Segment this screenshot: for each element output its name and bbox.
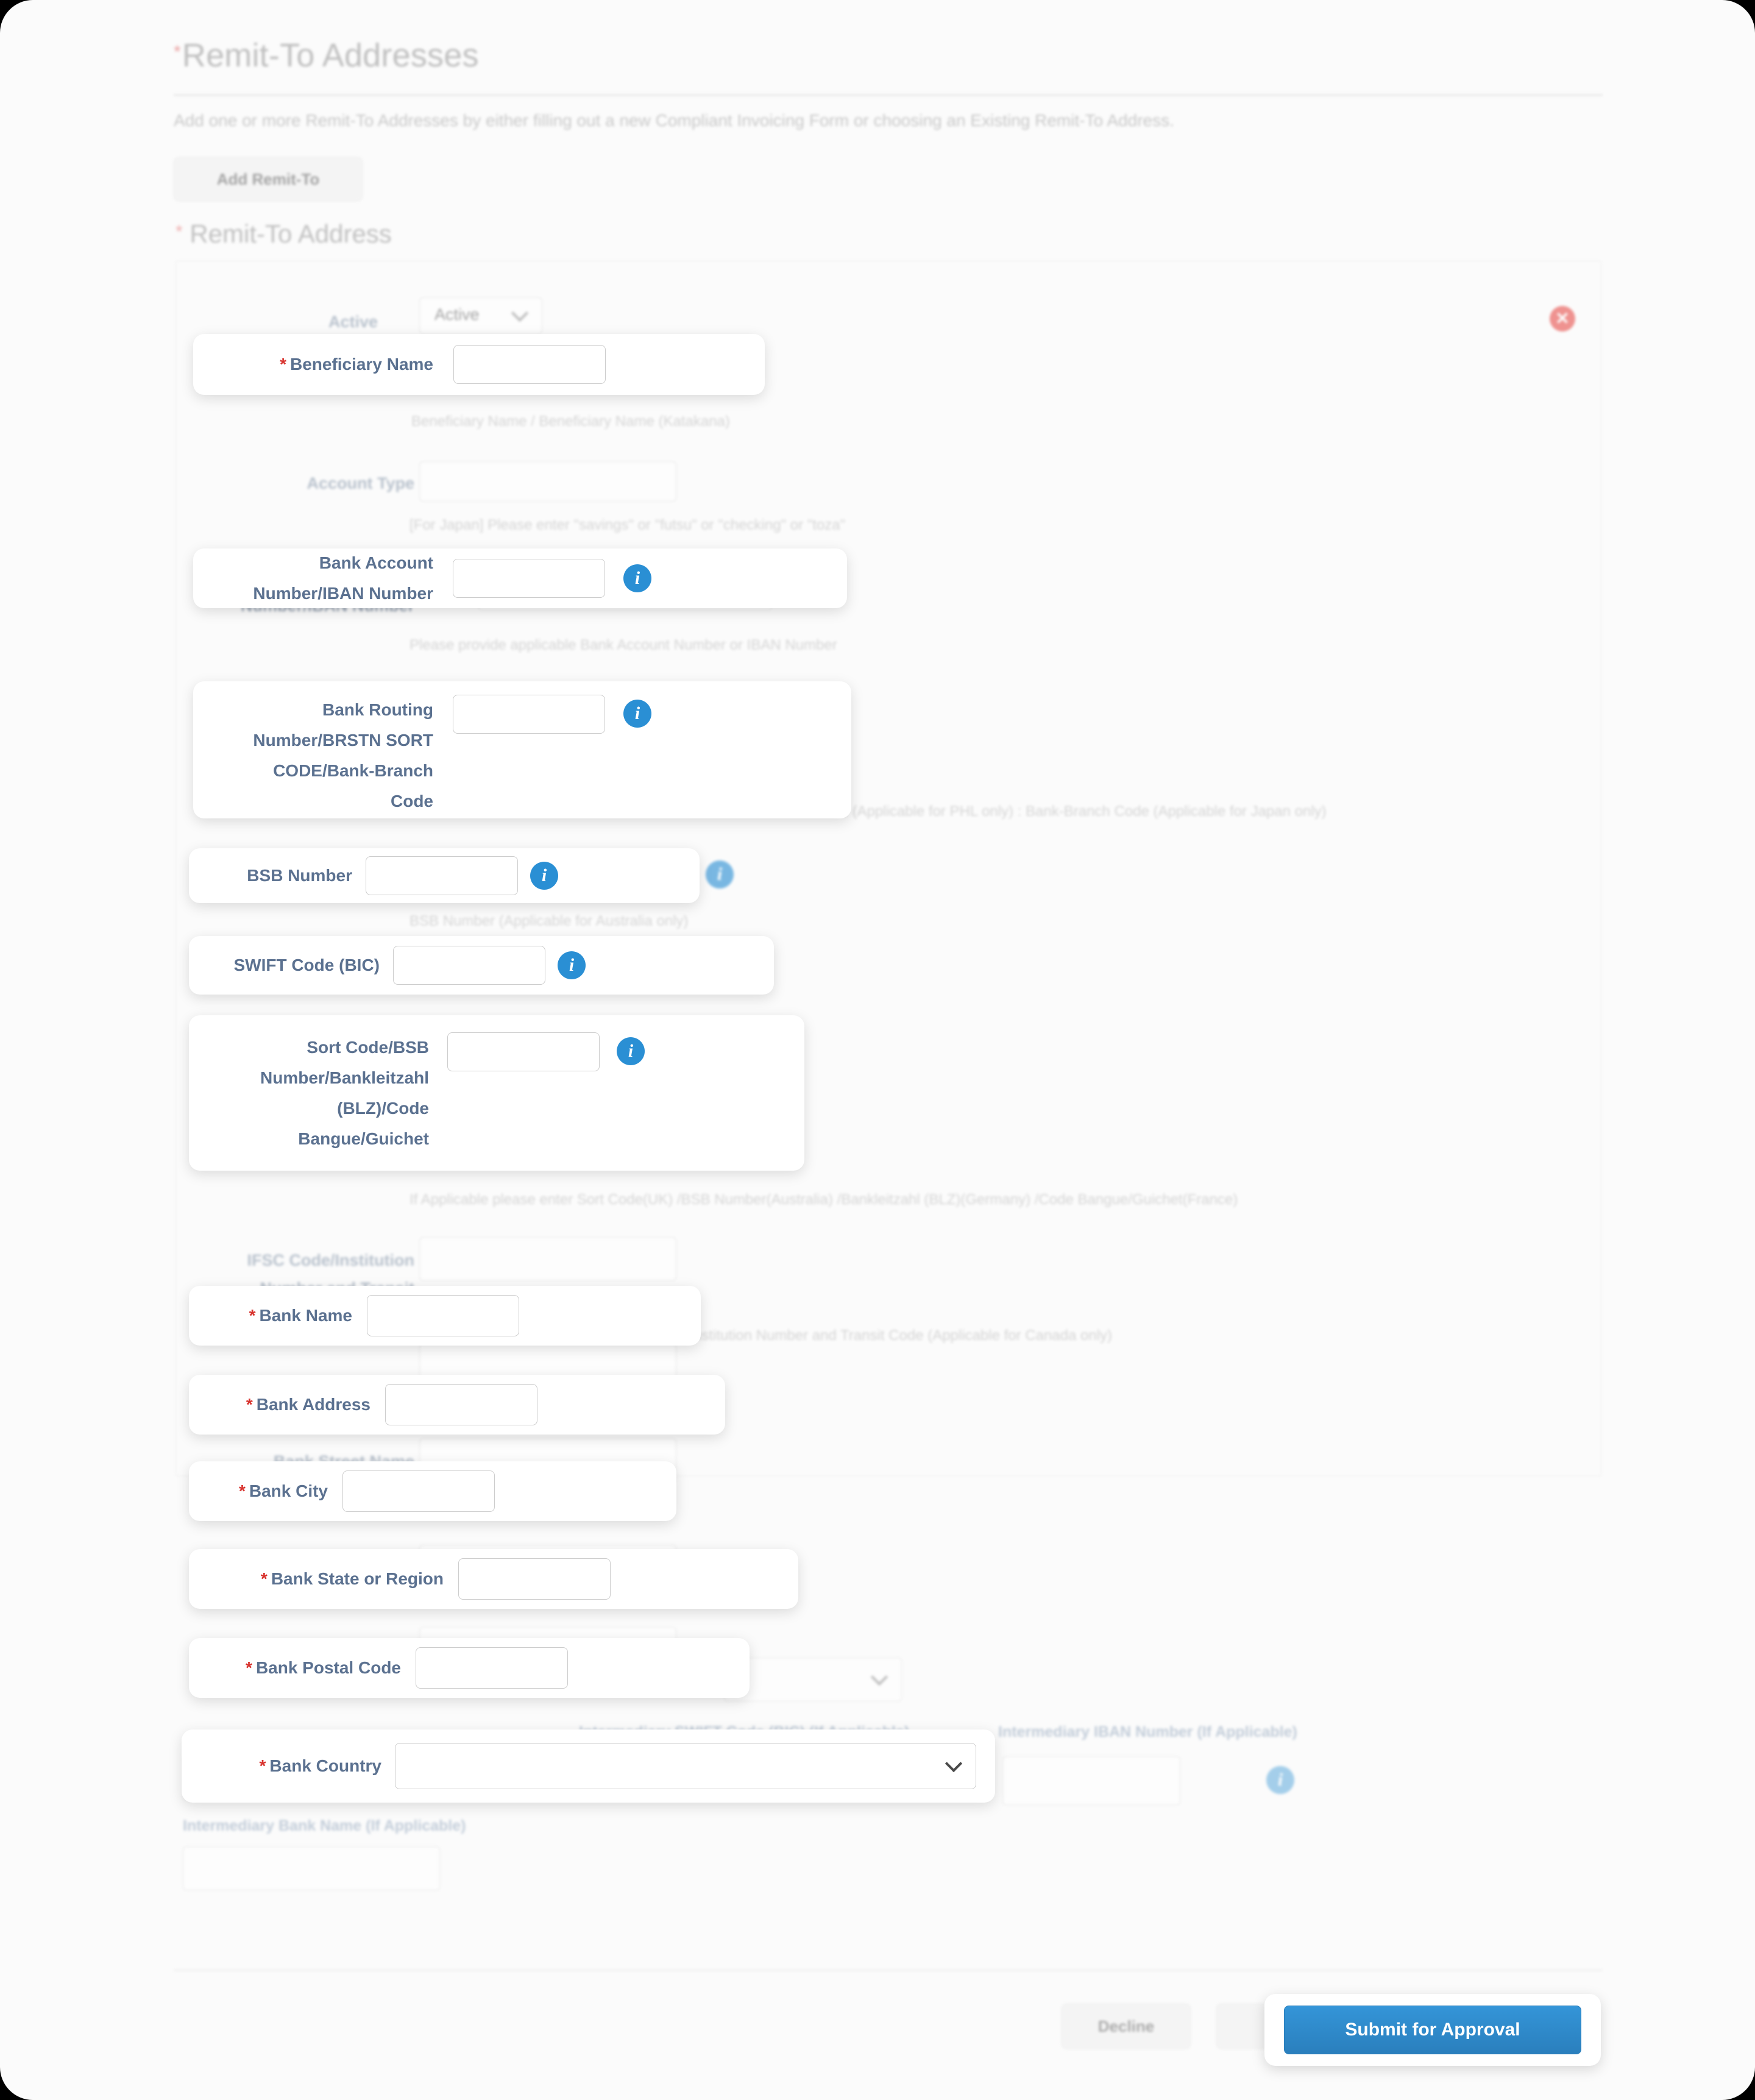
bank-country-select-field[interactable] — [395, 1743, 976, 1789]
beneficiary-name-label-overlay: * Beneficiary Name — [280, 355, 433, 374]
title-divider — [174, 94, 1603, 96]
bsb-number-label-overlay: BSB Number — [247, 866, 352, 885]
bank-routing-number-field[interactable] — [453, 695, 605, 734]
swift-code-card: SWIFT Code (BIC) i — [189, 936, 774, 995]
bsb-number-hint: BSB Number (Applicable for Australia onl… — [410, 913, 689, 929]
sort-code-label-overlay: Sort Code/BSB Number/Bankleitzahl (BLZ)/… — [260, 1038, 429, 1148]
bank-routing-number-card: Bank Routing Number/BRSTN SORT CODE/Bank… — [193, 681, 851, 818]
info-icon[interactable]: i — [1266, 1766, 1294, 1794]
footer-divider — [174, 1970, 1603, 1971]
swift-code-field[interactable] — [393, 946, 545, 985]
info-icon[interactable]: i — [706, 860, 734, 889]
submit-for-approval-button[interactable]: Submit for Approval — [1284, 2006, 1581, 2054]
sort-code-hint: If Applicable please enter Sort Code(UK)… — [410, 1191, 1238, 1208]
bank-country-select[interactable] — [724, 1658, 902, 1701]
section-title: * Remit-To Address — [176, 219, 392, 248]
bank-postal-code-label-overlay: * Bank Postal Code — [246, 1658, 401, 1677]
bank-state-label-overlay: * Bank State or Region — [260, 1569, 444, 1588]
delete-remit-to-icon[interactable]: ✕ — [1550, 306, 1575, 332]
info-icon[interactable]: i — [558, 951, 586, 979]
beneficiary-name-field[interactable] — [453, 345, 606, 384]
bank-account-number-card: Bank Account Number/IBAN Number i — [193, 548, 847, 608]
bank-routing-number-label-overlay: Bank Routing Number/BRSTN SORT CODE/Bank… — [253, 700, 433, 811]
bank-name-card: * Bank Name — [189, 1286, 701, 1346]
info-icon[interactable]: i — [617, 1037, 645, 1065]
page-description: Add one or more Remit-To Addresses by ei… — [174, 111, 1174, 130]
required-asterisk: * — [176, 222, 183, 242]
active-label: Active — [328, 313, 378, 331]
account-type-input[interactable] — [419, 461, 676, 502]
bank-postal-code-card: * Bank Postal Code — [189, 1638, 750, 1698]
bank-city-label-overlay: * Bank City — [238, 1481, 328, 1500]
bank-country-label-overlay: * Bank Country — [259, 1756, 381, 1775]
page-title: *Remit-To Addresses — [174, 37, 479, 74]
active-select[interactable]: Active — [419, 297, 542, 334]
decline-button[interactable]: Decline — [1062, 2004, 1191, 2049]
intermediary-iban-label: Intermediary IBAN Number (If Applicable) — [998, 1723, 1297, 1740]
ifsc-code-hint: : Institution Number and Transit Code (A… — [681, 1327, 1113, 1344]
bank-city-card: * Bank City — [189, 1461, 676, 1521]
add-remit-to-button[interactable]: Add Remit-To — [174, 157, 363, 201]
bsb-number-field[interactable] — [366, 856, 518, 895]
bank-address-label-overlay: * Bank Address — [246, 1395, 370, 1414]
intermediary-bank-name-label: Intermediary Bank Name (If Applicable) — [183, 1817, 466, 1834]
beneficiary-name-card: * Beneficiary Name — [193, 334, 765, 395]
info-icon[interactable]: i — [530, 862, 558, 890]
swift-code-label-overlay: SWIFT Code (BIC) — [233, 956, 380, 974]
beneficiary-name-hint: Beneficiary Name / Beneficiary Name (Kat… — [411, 413, 730, 430]
bank-postal-code-field[interactable] — [416, 1647, 568, 1689]
bank-account-number-label-overlay: Bank Account Number/IBAN Number — [253, 553, 433, 603]
bank-account-number-field[interactable] — [453, 559, 605, 598]
ifsc-code-input[interactable] — [419, 1237, 676, 1281]
bank-address-field[interactable] — [385, 1384, 537, 1425]
bsb-number-card: BSB Number i — [189, 848, 700, 903]
remit-to-addresses-page: *Remit-To Addresses Add one or more Remi… — [0, 0, 1755, 2100]
bank-city-field[interactable] — [342, 1470, 495, 1512]
info-icon[interactable]: i — [623, 564, 651, 592]
bank-name-label-overlay: * Bank Name — [249, 1306, 352, 1325]
intermediary-bank-name-input[interactable] — [183, 1846, 440, 1890]
bank-state-field[interactable] — [458, 1558, 611, 1600]
bank-address-card: * Bank Address — [189, 1375, 725, 1435]
account-type-label: Account Type — [307, 474, 414, 492]
bank-account-number-hint: Please provide applicable Bank Account N… — [410, 637, 837, 653]
sort-code-field[interactable] — [447, 1032, 600, 1071]
bank-state-card: * Bank State or Region — [189, 1549, 798, 1609]
submit-for-approval-card: Submit for Approval — [1264, 1994, 1601, 2066]
info-icon[interactable]: i — [623, 700, 651, 728]
bank-country-card: * Bank Country — [182, 1729, 995, 1803]
required-asterisk: * — [174, 42, 181, 62]
account-type-hint: [For Japan] Please enter "savings" or "f… — [410, 517, 846, 533]
intermediary-iban-input[interactable] — [1002, 1756, 1180, 1805]
sort-code-card: Sort Code/BSB Number/Bankleitzahl (BLZ)/… — [189, 1015, 804, 1171]
bank-name-field[interactable] — [367, 1295, 519, 1336]
